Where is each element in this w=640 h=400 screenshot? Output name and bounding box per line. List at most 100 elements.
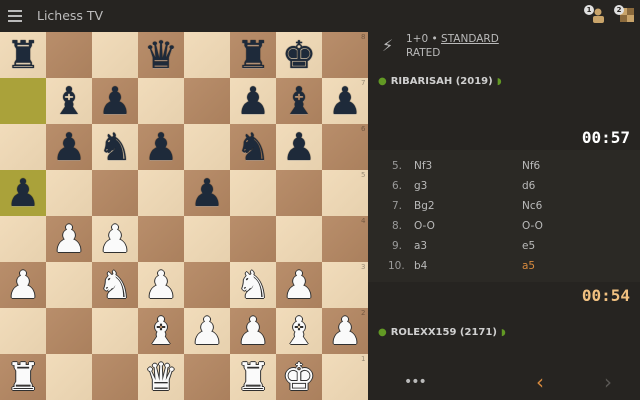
square-e6[interactable] xyxy=(184,124,230,170)
square-f4[interactable] xyxy=(230,216,276,262)
chess-board[interactable]: ♜ ♛ ♜ ♚ ♝ ♟ ♟ ♝ ♟ ♟ ♞ ♟ ♞ ♟ ♟ ♟ ♟ ♟ ♟ ♞ ♟ ♞ ♟ ♝ ♟ ♟ ♝ ♟ ♜ ♛ ♜ ♚ 8 7 6 5 4 3 2 1 xyxy=(0,32,368,400)
white-rook-icon[interactable]: ♜ xyxy=(0,354,46,400)
top-clock: 00:57 xyxy=(581,128,630,147)
bottom-player[interactable]: ● ROLEXX159 (2171) ◗ xyxy=(378,327,506,338)
white-knight-icon[interactable]: ♞ xyxy=(230,262,276,308)
move-number: 5. xyxy=(391,160,402,172)
black-move[interactable]: Nc6 xyxy=(522,200,542,212)
square-c1[interactable] xyxy=(92,354,138,400)
white-king-icon[interactable]: ♚ xyxy=(276,354,322,400)
rated-label: RATED xyxy=(406,47,441,59)
black-queen-icon[interactable]: ♛ xyxy=(138,32,184,78)
user-icon: ● xyxy=(378,76,387,87)
white-pawn-icon[interactable]: ♟ xyxy=(230,308,276,354)
white-pawn-icon[interactable]: ♟ xyxy=(184,308,230,354)
black-pawn-icon[interactable]: ♟ xyxy=(276,124,322,170)
bullet-bolt-icon: ⚡ xyxy=(382,36,394,55)
white-pawn-icon[interactable]: ♟ xyxy=(0,262,46,308)
square-a2[interactable] xyxy=(0,308,46,354)
black-pawn-icon[interactable]: ♟ xyxy=(138,124,184,170)
rss-icon: ◗ xyxy=(500,328,506,338)
white-rook-icon[interactable]: ♜ xyxy=(230,354,276,400)
black-knight-icon[interactable]: ♞ xyxy=(230,124,276,170)
square-c8[interactable] xyxy=(92,32,138,78)
square-c2[interactable] xyxy=(92,308,138,354)
square-d4[interactable] xyxy=(138,216,184,262)
square-d5[interactable] xyxy=(138,170,184,216)
move-row: 8. O-O O-O xyxy=(368,220,640,240)
white-queen-icon[interactable]: ♛ xyxy=(138,354,184,400)
square-a6[interactable] xyxy=(0,124,46,170)
black-bishop-icon[interactable]: ♝ xyxy=(276,78,322,124)
previous-move-icon[interactable]: ‹ xyxy=(536,370,544,394)
square-e8[interactable] xyxy=(184,32,230,78)
black-knight-icon[interactable]: ♞ xyxy=(92,124,138,170)
square-b2[interactable] xyxy=(46,308,92,354)
white-move[interactable]: O-O xyxy=(414,220,435,232)
game-type: 1+0 • STANDARD xyxy=(406,33,499,45)
black-move[interactable]: O-O xyxy=(522,220,543,232)
hamburger-icon[interactable] xyxy=(8,10,22,22)
top-player[interactable]: ● RIBARISAH (2019) ◗ xyxy=(378,76,501,87)
user-icon: ● xyxy=(378,327,387,338)
more-options-icon[interactable]: ••• xyxy=(404,374,427,390)
app-title: Lichess TV xyxy=(37,8,104,23)
square-d7[interactable] xyxy=(138,78,184,124)
black-move[interactable]: d6 xyxy=(522,180,535,192)
game-panel: ⚡ 1+0 • STANDARD RATED ● RIBARISAH (2019)… xyxy=(368,32,640,400)
correspondence-icon[interactable]: 2 xyxy=(614,5,636,24)
rank-label: 8 xyxy=(361,33,366,41)
square-b8[interactable] xyxy=(46,32,92,78)
black-move[interactable]: Nf6 xyxy=(522,160,540,172)
square-e3[interactable] xyxy=(184,262,230,308)
move-number: 10. xyxy=(388,260,405,272)
square-f5[interactable] xyxy=(230,170,276,216)
white-pawn-icon[interactable]: ♟ xyxy=(276,262,322,308)
square-e7[interactable] xyxy=(184,78,230,124)
black-pawn-icon[interactable]: ♟ xyxy=(0,170,46,216)
square-a4[interactable] xyxy=(0,216,46,262)
rank-label: 2 xyxy=(361,309,366,317)
white-move[interactable]: a3 xyxy=(414,240,427,252)
square-b3[interactable] xyxy=(46,262,92,308)
next-move-icon[interactable]: › xyxy=(604,370,612,394)
move-row: 7. Bg2 Nc6 xyxy=(368,200,640,220)
white-move[interactable]: Nf3 xyxy=(414,160,432,172)
black-move[interactable]: a5 xyxy=(522,260,535,272)
black-move[interactable]: e5 xyxy=(522,240,535,252)
white-pawn-icon[interactable]: ♟ xyxy=(46,216,92,262)
white-knight-icon[interactable]: ♞ xyxy=(92,262,138,308)
black-rook-icon[interactable]: ♜ xyxy=(0,32,46,78)
black-pawn-icon[interactable]: ♟ xyxy=(184,170,230,216)
move-list[interactable]: 5. Nf3 Nf6 6. g3 d6 7. Bg2 Nc6 8. O-O O-O 9. a3 e5 10. b… xyxy=(368,150,640,282)
move-number: 9. xyxy=(391,240,402,252)
square-c5[interactable] xyxy=(92,170,138,216)
square-e1[interactable] xyxy=(184,354,230,400)
move-number: 7. xyxy=(391,200,402,212)
rss-icon: ◗ xyxy=(496,77,502,87)
move-row: 6. g3 d6 xyxy=(368,180,640,200)
white-move[interactable]: Bg2 xyxy=(414,200,435,212)
top-bar: Lichess TV 1 2 xyxy=(0,0,640,32)
white-pawn-icon[interactable]: ♟ xyxy=(92,216,138,262)
black-pawn-icon[interactable]: ♟ xyxy=(230,78,276,124)
variant-link[interactable]: STANDARD xyxy=(441,33,499,45)
black-pawn-icon[interactable]: ♟ xyxy=(46,124,92,170)
square-e4[interactable] xyxy=(184,216,230,262)
square-g5[interactable] xyxy=(276,170,322,216)
square-a7[interactable] xyxy=(0,78,46,124)
white-bishop-icon[interactable]: ♝ xyxy=(138,308,184,354)
square-b5[interactable] xyxy=(46,170,92,216)
move-row: 5. Nf3 Nf6 xyxy=(368,160,640,180)
white-bishop-icon[interactable]: ♝ xyxy=(276,308,322,354)
white-pawn-icon[interactable]: ♟ xyxy=(138,262,184,308)
black-rook-icon[interactable]: ♜ xyxy=(230,32,276,78)
challenges-icon[interactable]: 1 xyxy=(584,5,606,24)
black-bishop-icon[interactable]: ♝ xyxy=(46,78,92,124)
white-move[interactable]: b4 xyxy=(414,260,427,272)
black-king-icon[interactable]: ♚ xyxy=(276,32,322,78)
white-move[interactable]: g3 xyxy=(414,180,427,192)
black-pawn-icon[interactable]: ♟ xyxy=(92,78,138,124)
square-g4[interactable] xyxy=(276,216,322,262)
square-b1[interactable] xyxy=(46,354,92,400)
